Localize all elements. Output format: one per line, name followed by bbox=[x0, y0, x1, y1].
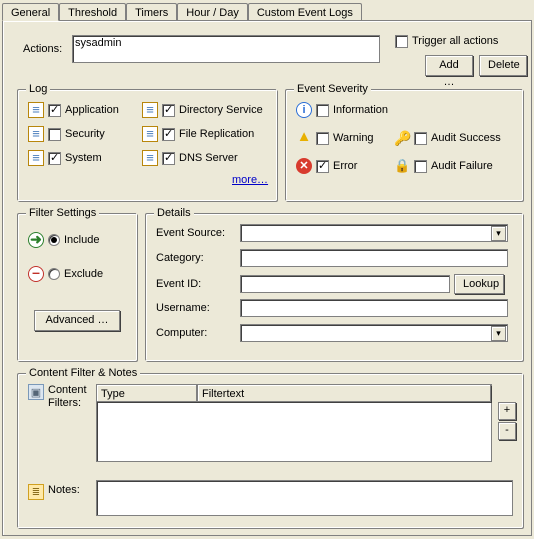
audit-success-checkbox[interactable] bbox=[414, 132, 427, 145]
log-directory-checkbox[interactable] bbox=[162, 104, 175, 117]
log-application-label: Application bbox=[65, 104, 119, 117]
actions-value: sysadmin bbox=[75, 37, 121, 49]
log-dns-checkbox[interactable] bbox=[162, 152, 175, 165]
error-checkbox[interactable] bbox=[316, 160, 329, 173]
log-more-link[interactable]: more… bbox=[232, 174, 268, 186]
log-file-replication-checkbox[interactable] bbox=[162, 128, 175, 141]
add-button[interactable]: Add … bbox=[425, 55, 473, 76]
log-dns-label: DNS Server bbox=[179, 152, 238, 165]
include-label: Include bbox=[64, 234, 99, 247]
exclude-icon: – bbox=[28, 266, 44, 282]
filter-icon: ▣ bbox=[28, 384, 44, 400]
info-label: Information bbox=[333, 104, 388, 117]
log-system-label: System bbox=[65, 152, 102, 165]
audit-failure-label: Audit Failure bbox=[431, 160, 493, 173]
log-icon bbox=[142, 102, 158, 118]
computer-label: Computer: bbox=[156, 327, 236, 340]
exclude-label: Exclude bbox=[64, 268, 103, 281]
delete-button[interactable]: Delete bbox=[479, 55, 527, 76]
severity-group: i Information ▲ Warning ✕ Error 🔑 Audit … bbox=[285, 89, 523, 201]
log-file-replication-label: File Replication bbox=[179, 128, 254, 141]
chevron-down-icon[interactable]: ▾ bbox=[491, 226, 506, 241]
lookup-button[interactable]: Lookup bbox=[454, 274, 504, 294]
log-icon bbox=[28, 102, 44, 118]
filters-col-filtertext[interactable]: Filtertext bbox=[197, 385, 491, 402]
error-label: Error bbox=[333, 160, 357, 173]
lock-icon: 🔒 bbox=[394, 158, 410, 174]
username-label: Username: bbox=[156, 302, 236, 315]
advanced-button[interactable]: Advanced … bbox=[34, 310, 120, 331]
computer-combo[interactable]: ▾ bbox=[240, 324, 508, 342]
filters-list[interactable]: Type Filtertext bbox=[96, 384, 492, 462]
notes-label: Notes: bbox=[48, 484, 92, 497]
category-field[interactable] bbox=[240, 249, 508, 267]
error-icon: ✕ bbox=[296, 158, 312, 174]
event-id-field[interactable] bbox=[240, 275, 450, 293]
log-group: Application Security System Directory Se… bbox=[17, 89, 277, 201]
filter-add-button[interactable]: + bbox=[498, 402, 516, 420]
tab-custom-event-logs[interactable]: Custom Event Logs bbox=[248, 3, 362, 21]
filter-settings-group: ➜ Include – Exclude Advanced … bbox=[17, 213, 137, 361]
log-security-label: Security bbox=[65, 128, 105, 141]
log-directory-label: Directory Service bbox=[179, 104, 263, 117]
username-field[interactable] bbox=[240, 299, 508, 317]
tab-hour-day[interactable]: Hour / Day bbox=[177, 3, 248, 21]
info-icon: i bbox=[296, 102, 312, 118]
warning-checkbox[interactable] bbox=[316, 132, 329, 145]
event-id-label: Event ID: bbox=[156, 278, 236, 291]
event-source-label: Event Source: bbox=[156, 227, 236, 240]
notes-field[interactable] bbox=[96, 480, 513, 516]
event-source-combo[interactable]: ▾ bbox=[240, 224, 508, 242]
tab-bar: General Threshold Timers Hour / Day Cust… bbox=[0, 0, 534, 20]
tab-general[interactable]: General bbox=[2, 3, 59, 21]
exclude-radio[interactable] bbox=[48, 268, 60, 280]
log-icon bbox=[28, 150, 44, 166]
log-security-checkbox[interactable] bbox=[48, 128, 61, 141]
log-application-checkbox[interactable] bbox=[48, 104, 61, 117]
tab-panel-general: Actions: sysadmin Trigger all actions Ad… bbox=[2, 20, 532, 536]
info-checkbox[interactable] bbox=[316, 104, 329, 117]
tab-threshold[interactable]: Threshold bbox=[59, 3, 126, 21]
log-system-checkbox[interactable] bbox=[48, 152, 61, 165]
actions-label: Actions: bbox=[23, 43, 68, 56]
key-icon: 🔑 bbox=[394, 130, 410, 146]
trigger-all-label: Trigger all actions bbox=[412, 35, 498, 48]
include-radio[interactable] bbox=[48, 234, 60, 246]
content-filters-label: Content Filters: bbox=[48, 384, 92, 410]
actions-field[interactable]: sysadmin bbox=[72, 35, 380, 63]
filter-remove-button[interactable]: - bbox=[498, 422, 516, 440]
note-icon: ≣ bbox=[28, 484, 44, 500]
filters-col-type[interactable]: Type bbox=[97, 385, 197, 402]
audit-success-label: Audit Success bbox=[431, 132, 501, 145]
trigger-all-checkbox[interactable] bbox=[395, 35, 408, 48]
log-icon bbox=[142, 150, 158, 166]
warning-icon: ▲ bbox=[296, 130, 312, 146]
log-icon bbox=[142, 126, 158, 142]
tab-timers[interactable]: Timers bbox=[126, 3, 177, 21]
category-label: Category: bbox=[156, 252, 236, 265]
log-icon bbox=[28, 126, 44, 142]
warning-label: Warning bbox=[333, 132, 374, 145]
include-icon: ➜ bbox=[28, 232, 44, 248]
content-filter-group: ▣ Content Filters: Type Filtertext + - ≣… bbox=[17, 373, 523, 528]
audit-failure-checkbox[interactable] bbox=[414, 160, 427, 173]
chevron-down-icon[interactable]: ▾ bbox=[491, 326, 506, 341]
details-group: Event Source: ▾ Category: Event ID: Look… bbox=[145, 213, 523, 361]
